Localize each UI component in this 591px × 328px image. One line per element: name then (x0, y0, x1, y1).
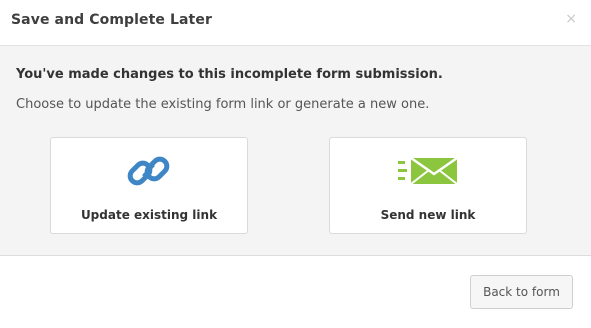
envelope-icon (398, 156, 458, 185)
dialog-body: You've made changes to this incomplete f… (0, 46, 591, 256)
send-new-link-button[interactable]: Send new link (329, 137, 527, 234)
back-to-form-button[interactable]: Back to form (470, 275, 573, 309)
link-icon (127, 156, 170, 186)
dialog-heading: You've made changes to this incomplete f… (16, 67, 443, 82)
update-existing-link-label: Update existing link (80, 208, 218, 222)
dialog-footer: Back to form (0, 256, 591, 328)
dialog-subtext: Choose to update the existing form link … (16, 97, 430, 112)
dialog-title: Save and Complete Later (11, 12, 212, 28)
close-icon[interactable]: × (565, 11, 577, 27)
send-new-link-label: Send new link (380, 208, 476, 222)
dialog-header: Save and Complete Later × (0, 0, 591, 46)
update-existing-link-button[interactable]: Update existing link (50, 137, 248, 234)
save-complete-later-dialog: Save and Complete Later × You've made ch… (0, 0, 591, 328)
